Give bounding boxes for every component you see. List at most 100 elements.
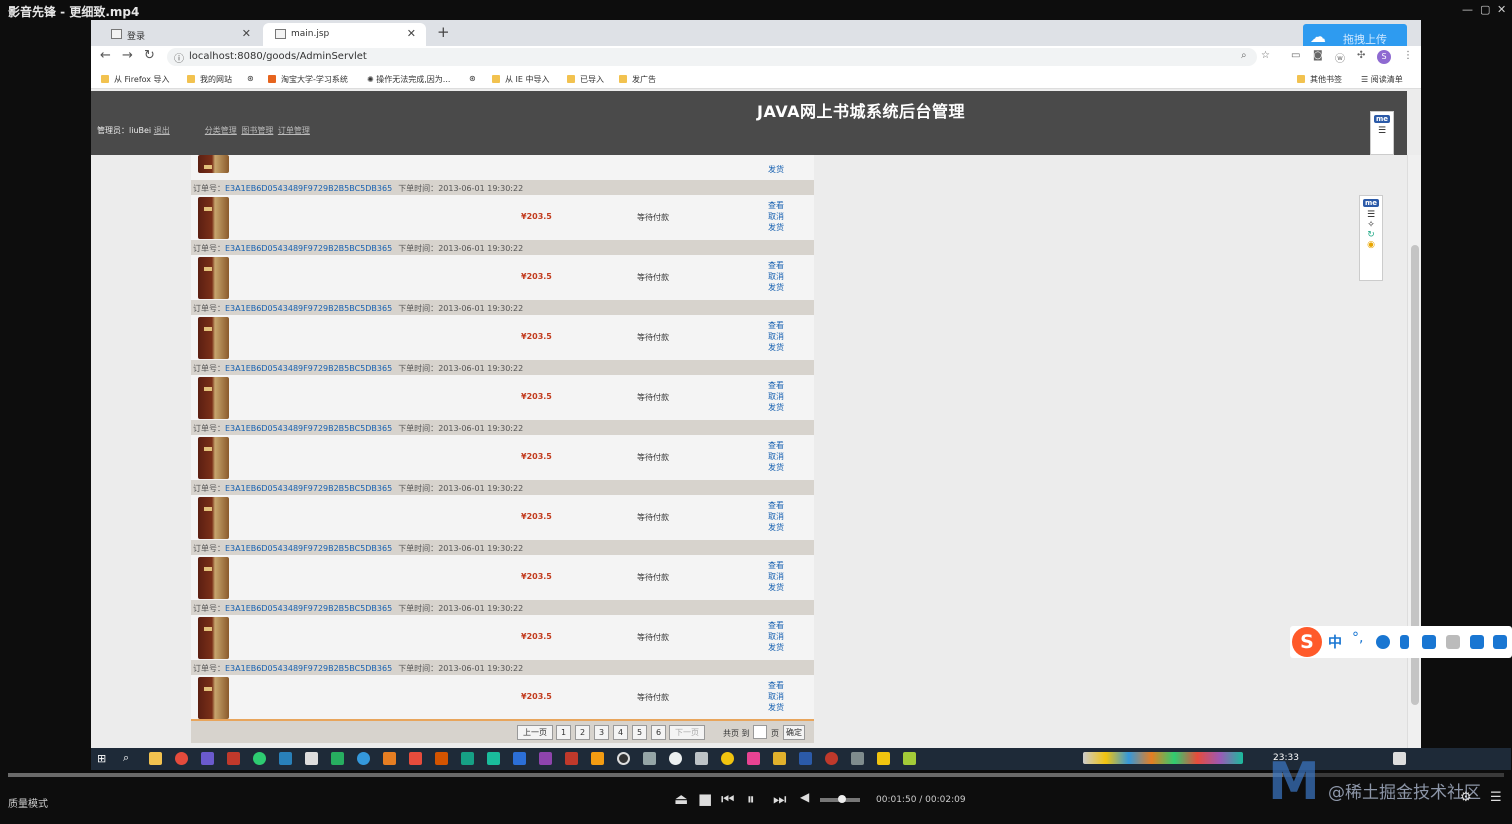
cancel-link[interactable]: 取消 — [768, 511, 784, 522]
record-icon[interactable] — [825, 752, 838, 765]
order-id-link[interactable]: E3A1EB6D0543489F9729B2B5BC5DB365 — [225, 484, 392, 493]
bookmark-item[interactable]: 从 Firefox 导入 — [101, 74, 170, 85]
bookmark-item[interactable]: 其他书签 — [1297, 74, 1342, 85]
maximize-icon[interactable]: ▢ — [1480, 3, 1490, 16]
ime-mode[interactable]: 中 — [1328, 632, 1342, 652]
app-icon[interactable] — [227, 752, 240, 765]
me-app-icon[interactable] — [799, 752, 812, 765]
book-cover[interactable] — [198, 557, 229, 599]
cancel-link[interactable]: 取消 — [768, 571, 784, 582]
app-icon[interactable] — [565, 752, 578, 765]
page-jump-input[interactable] — [753, 725, 767, 739]
bookmark-item[interactable]: 从 IE 中导入 — [492, 74, 550, 85]
cast-icon[interactable]: ▭ — [1291, 50, 1300, 61]
cancel-link[interactable]: 取消 — [768, 211, 784, 222]
app-icon[interactable] — [877, 752, 890, 765]
bookmark-item[interactable]: 已导入 — [567, 74, 604, 85]
app-icon[interactable] — [721, 752, 734, 765]
app-icon[interactable] — [695, 752, 708, 765]
settings-icon[interactable]: ⚙ — [1460, 790, 1472, 805]
search-icon[interactable]: ⌕ — [123, 751, 129, 765]
eye-icon[interactable]: ◉ — [1367, 240, 1375, 250]
app-icon[interactable] — [643, 752, 656, 765]
ship-link[interactable]: 发货 — [768, 282, 784, 293]
app-icon[interactable] — [383, 752, 396, 765]
order-id-link[interactable]: E3A1EB6D0543489F9729B2B5BC5DB365 — [225, 184, 392, 193]
info-icon[interactable]: ⓘ — [174, 50, 184, 65]
close-tab-icon[interactable]: ✕ — [407, 27, 416, 40]
ship-link[interactable]: 发货 — [768, 582, 784, 593]
nav-orders-link[interactable]: 订单管理 — [278, 126, 310, 135]
me-icon[interactable]: me — [1374, 115, 1390, 123]
menu-dots-icon[interactable]: ⋮ — [1403, 50, 1413, 61]
ship-link[interactable]: 发货 — [768, 342, 784, 353]
pause-icon[interactable]: ⏸ — [747, 790, 755, 808]
order-id-link[interactable]: E3A1EB6D0543489F9729B2B5BC5DB365 — [225, 604, 392, 613]
bookmark-item[interactable]: 发广告 — [619, 74, 656, 85]
cancel-link[interactable]: 取消 — [768, 271, 784, 282]
vertical-scrollbar[interactable] — [1407, 155, 1421, 748]
book-cover[interactable] — [198, 317, 229, 359]
extension-w-icon[interactable]: ⓦ — [1335, 50, 1345, 65]
app-icon[interactable] — [435, 752, 448, 765]
previous-icon[interactable]: ⏮ — [721, 790, 735, 808]
reload-icon[interactable]: ↻ — [144, 48, 155, 63]
bookmark-item[interactable]: ⊛ — [469, 74, 476, 83]
magic-wand-icon[interactable]: ✧ — [1367, 220, 1375, 230]
app-icon[interactable] — [461, 752, 474, 765]
view-link[interactable]: 查看 — [768, 380, 784, 391]
app-icon[interactable] — [201, 752, 214, 765]
order-id-link[interactable]: E3A1EB6D0543489F9729B2B5BC5DB365 — [225, 544, 392, 553]
ship-link[interactable]: 发货 — [768, 522, 784, 533]
page-button[interactable]: 5 — [632, 725, 647, 740]
page-button[interactable]: 6 — [651, 725, 666, 740]
bookmark-item[interactable]: 淘宝大学-学习系统 — [268, 74, 348, 85]
app-icon[interactable] — [747, 752, 760, 765]
cancel-link[interactable]: 取消 — [768, 451, 784, 462]
book-cover[interactable] — [198, 257, 229, 299]
system-tray-icons[interactable] — [1083, 752, 1243, 764]
eject-icon[interactable]: ⏏ — [674, 790, 688, 808]
address-bar[interactable]: ⓘ localhost:8080/goods/AdminServlet — [167, 48, 1257, 66]
new-tab-icon[interactable]: + — [437, 23, 450, 41]
bookmark-star-icon[interactable]: ☆ — [1261, 50, 1270, 61]
forward-icon[interactable]: → — [122, 48, 133, 63]
bookmark-item[interactable]: ⊛ — [247, 74, 254, 83]
cancel-link[interactable]: 取消 — [768, 631, 784, 642]
page-button[interactable]: 4 — [613, 725, 628, 740]
confirm-button[interactable]: 确定 — [783, 725, 805, 740]
bookmark-item[interactable]: ☰ 阅读清单 — [1361, 74, 1403, 85]
order-id-link[interactable]: E3A1EB6D0543489F9729B2B5BC5DB365 — [225, 364, 392, 373]
app-icon[interactable] — [279, 752, 292, 765]
volume-icon[interactable]: ◀ — [800, 790, 809, 804]
app-icon[interactable] — [539, 752, 552, 765]
view-link[interactable]: 查看 — [768, 200, 784, 211]
volume-knob[interactable] — [837, 795, 846, 803]
camera-icon[interactable]: ◙ — [1313, 50, 1323, 61]
bookmark-item[interactable]: 我的网站 — [187, 74, 232, 85]
app-icon[interactable] — [773, 752, 786, 765]
volume-slider[interactable] — [820, 795, 860, 803]
tab-main[interactable]: main.jsp ✕ — [263, 23, 426, 46]
book-cover[interactable] — [198, 197, 229, 239]
book-cover[interactable] — [198, 377, 229, 419]
book-cover[interactable] — [198, 677, 229, 719]
ship-link[interactable]: 发货 — [768, 702, 784, 713]
sogou-logo[interactable]: S — [1292, 627, 1322, 657]
app-icon[interactable] — [487, 752, 500, 765]
view-link[interactable]: 查看 — [768, 320, 784, 331]
app-icon[interactable] — [669, 752, 682, 765]
close-icon[interactable]: ✕ — [1497, 3, 1506, 16]
view-link[interactable]: 查看 — [768, 260, 784, 271]
ship-link[interactable]: 发货 — [768, 222, 784, 233]
view-link[interactable]: 查看 — [768, 560, 784, 571]
page-button[interactable]: 3 — [594, 725, 609, 740]
me-icon[interactable]: me — [1363, 199, 1379, 207]
extensions-puzzle-icon[interactable]: ✣ — [1357, 50, 1365, 61]
order-id-link[interactable]: E3A1EB6D0543489F9729B2B5BC5DB365 — [225, 424, 392, 433]
microphone-icon[interactable] — [1400, 635, 1409, 649]
app-icon[interactable] — [305, 752, 318, 765]
ship-link[interactable]: 发货 — [768, 642, 784, 653]
ship-link[interactable]: 发货 — [768, 402, 784, 413]
app-icon[interactable] — [357, 752, 370, 765]
